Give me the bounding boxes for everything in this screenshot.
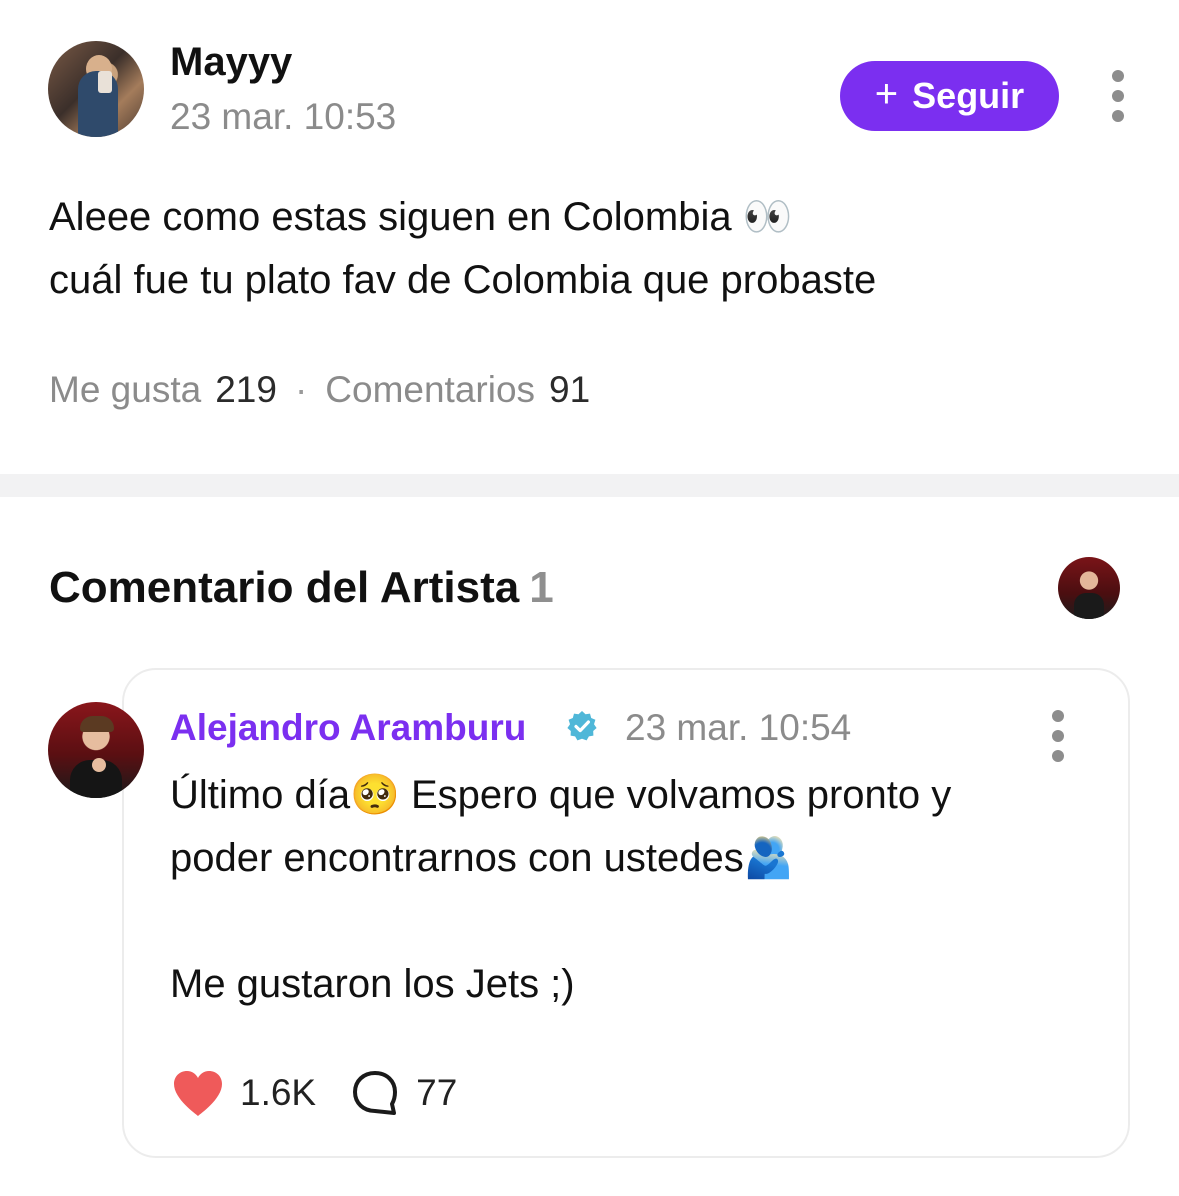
- likes-count[interactable]: 219: [215, 366, 277, 414]
- comment-actions: 1.6K 77: [170, 1064, 457, 1122]
- artist-section-title-text: Comentario del Artista: [49, 563, 520, 612]
- post-stats: Me gusta 219 · Comentarios 91: [49, 366, 590, 414]
- section-divider: [0, 474, 1179, 497]
- more-vertical-icon[interactable]: [1048, 710, 1068, 762]
- post-header: Mayyy 23 mar. 10:53 + Seguir: [0, 0, 1179, 160]
- verified-badge-icon: [567, 711, 597, 741]
- speech-bubble-icon[interactable]: [350, 1068, 400, 1118]
- artist-section-title: Comentario del Artista 1: [49, 562, 554, 614]
- stats-separator: ·: [294, 369, 308, 410]
- dot: [1112, 70, 1124, 82]
- artist-section-count: 1: [529, 563, 554, 612]
- heart-icon[interactable]: [170, 1068, 226, 1118]
- artist-avatar-small[interactable]: [1058, 557, 1120, 619]
- comments-count[interactable]: 91: [549, 366, 590, 414]
- author-avatar[interactable]: [48, 41, 144, 137]
- follow-button-label: Seguir: [912, 75, 1025, 116]
- dot: [1052, 710, 1064, 722]
- post-timestamp: 23 mar. 10:53: [170, 96, 397, 137]
- avatar-hand-shape: [92, 758, 106, 772]
- artist-avatar[interactable]: [48, 702, 144, 798]
- dot: [1052, 750, 1064, 762]
- avatar-phone-shape: [98, 71, 112, 93]
- comment-reply-count[interactable]: 77: [416, 1072, 457, 1114]
- post-body-text: Aleee como estas siguen en Colombia 👀 cu…: [49, 195, 877, 302]
- dot: [1112, 110, 1124, 122]
- artist-comment-text: Último día🥺 Espero que volvamos pronto y…: [170, 773, 952, 1006]
- plus-icon: +: [874, 72, 899, 116]
- author-name[interactable]: Mayyy: [170, 40, 292, 84]
- comments-label[interactable]: Comentarios: [325, 366, 535, 414]
- comment-like-count[interactable]: 1.6K: [240, 1072, 316, 1114]
- avatar-body-shape: [1074, 593, 1104, 619]
- artist-name[interactable]: Alejandro Aramburu: [170, 706, 526, 750]
- more-vertical-icon[interactable]: [1108, 70, 1128, 122]
- avatar-hair-shape: [80, 716, 114, 732]
- follow-button[interactable]: + Seguir: [840, 61, 1059, 131]
- dot: [1112, 90, 1124, 102]
- likes-label[interactable]: Me gusta: [49, 366, 201, 414]
- dot: [1052, 730, 1064, 742]
- comment-timestamp: 23 mar. 10:54: [625, 707, 852, 748]
